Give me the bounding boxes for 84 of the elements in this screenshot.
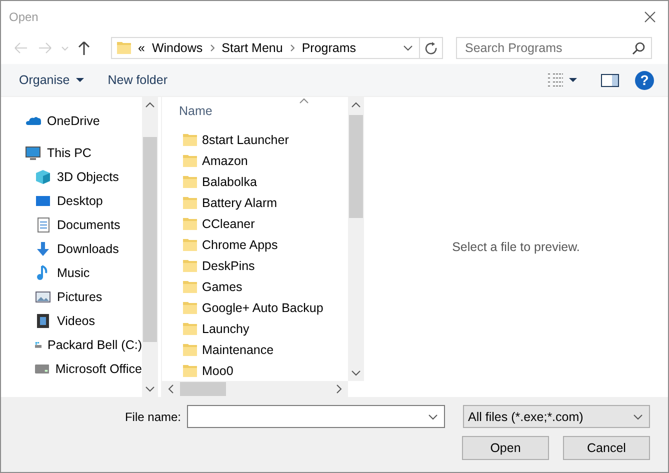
nav-item[interactable]: Packard Bell (C:) (1, 333, 142, 357)
folder-icon (182, 174, 198, 190)
close-icon (644, 10, 656, 22)
down-arrow-icon (35, 241, 51, 257)
nav-item[interactable]: Microsoft Office (1, 357, 142, 381)
cancel-button[interactable]: Cancel (563, 436, 650, 460)
chevron-down-icon (633, 414, 643, 420)
file-name-field[interactable] (187, 405, 445, 428)
monitor-icon (25, 145, 41, 161)
folder-icon (182, 342, 198, 358)
scrollbar[interactable] (142, 97, 158, 397)
folder-item[interactable]: Moo0 (182, 360, 348, 381)
close-button[interactable] (642, 8, 658, 24)
chevron-right-icon (290, 44, 295, 52)
chevron-right-icon (210, 44, 215, 52)
overflow-chevron[interactable]: « (138, 41, 145, 55)
chevron-down-icon (145, 386, 155, 392)
folder-icon (182, 194, 198, 210)
nav-item[interactable]: Videos (1, 309, 142, 333)
help-button[interactable]: ? (635, 70, 654, 90)
breadcrumb[interactable]: Windows (152, 41, 203, 55)
name-column-header[interactable]: Name (179, 104, 212, 118)
breadcrumb[interactable]: Start Menu (222, 41, 283, 55)
chevron-right-icon (336, 384, 342, 394)
monitor-icon (35, 193, 51, 209)
folder-icon (116, 40, 132, 56)
breadcrumb[interactable]: Programs (302, 41, 356, 55)
details-view-icon (547, 72, 563, 88)
pane-icon (601, 74, 619, 86)
nav-item[interactable]: Documents (1, 213, 142, 237)
caret-icon (76, 78, 84, 82)
folder-icon (182, 320, 198, 336)
preview-message: Select a file to preview. (451, 239, 581, 256)
folder-item[interactable]: Maintenance (182, 339, 348, 360)
scrollbar[interactable] (162, 381, 348, 397)
folder-icon (182, 362, 198, 378)
folder-item[interactable]: 8start Launcher (182, 129, 348, 150)
file-type-dropdown[interactable]: All files (*.exe;*.com) (463, 405, 650, 428)
chevron-up-icon (351, 102, 361, 108)
sort-up-icon (299, 98, 309, 104)
nav-item[interactable]: Pictures (1, 285, 142, 309)
folder-item[interactable]: Launchy (182, 318, 348, 339)
folder-icon (182, 152, 198, 168)
search-icon (632, 42, 645, 54)
window-title: Open (9, 10, 40, 24)
document-icon (35, 217, 51, 233)
up-arrow-icon[interactable] (77, 40, 91, 56)
chevron-left-icon (168, 384, 174, 394)
search-field[interactable]: Search Programs (456, 37, 652, 59)
nav-item[interactable]: OneDrive (1, 109, 142, 133)
scrollbar[interactable] (348, 97, 364, 381)
folder-icon (182, 236, 198, 252)
new-folder-button[interactable]: New folder (100, 70, 176, 90)
folder-icon (182, 278, 198, 294)
folder-item[interactable]: Chrome Apps (182, 234, 348, 255)
folder-item[interactable]: CCleaner (182, 213, 348, 234)
folder-item[interactable]: Google+ Auto Backup (182, 297, 348, 318)
nav-item[interactable]: 3D Objects (1, 165, 142, 189)
caret-icon (569, 78, 577, 82)
chevron-down-icon (428, 414, 438, 420)
chevron-down-icon[interactable] (403, 45, 413, 51)
cube-icon (35, 169, 51, 185)
picture-icon (35, 289, 51, 305)
file-name-label: File name: (124, 410, 181, 424)
chevron-down-icon (351, 370, 361, 376)
folder-icon (182, 216, 198, 232)
film-icon (35, 313, 51, 329)
refresh-icon (424, 42, 438, 54)
open-button[interactable]: Open (462, 436, 549, 460)
nav-item[interactable]: Desktop (1, 189, 142, 213)
folder-icon (182, 132, 198, 148)
organise-button[interactable]: Organise (11, 70, 92, 90)
folder-icon (182, 300, 198, 316)
folder-item[interactable]: DeskPins (182, 255, 348, 276)
folder-item[interactable]: Balabolka (182, 171, 348, 192)
chevron-up-icon (145, 102, 155, 108)
nav-item[interactable]: This PC (1, 141, 142, 165)
folder-icon (182, 258, 198, 274)
nav-item[interactable]: Music (1, 261, 142, 285)
folder-item[interactable]: Battery Alarm (182, 192, 348, 213)
folder-item[interactable]: Amazon (182, 150, 348, 171)
address-bar[interactable]: « Windows Start Menu Programs (111, 37, 443, 59)
folder-item[interactable]: Games (182, 276, 348, 297)
nav-item[interactable]: Downloads (1, 237, 142, 261)
